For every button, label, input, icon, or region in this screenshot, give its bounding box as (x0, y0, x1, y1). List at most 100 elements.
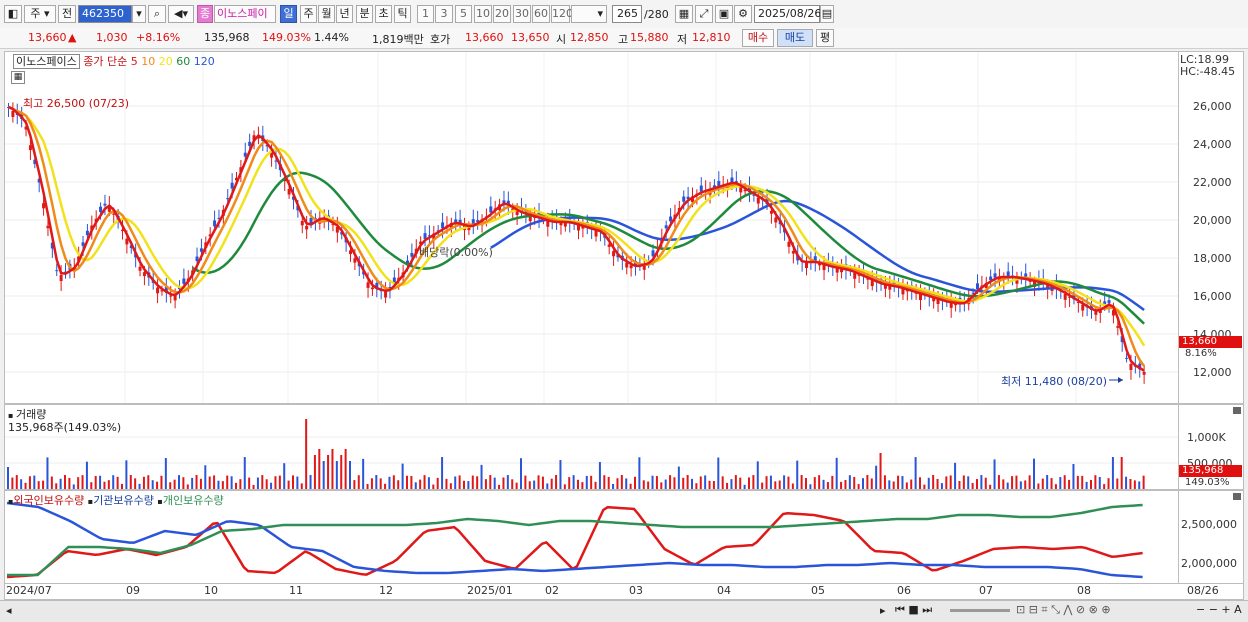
code-dropdown-icon[interactable]: ▾ (132, 5, 146, 23)
quote-bar: 13,660 ▲ 1,030 +8.16% 135,968 149.03% 1.… (0, 28, 1248, 49)
zoom-controls[interactable]: − − + A (1196, 603, 1242, 616)
volume-chart-canvas[interactable] (5, 405, 1178, 489)
number-button-4[interactable]: 20 (493, 5, 511, 23)
price-tick-0: 26,000 (1193, 100, 1232, 113)
interval-tab-3[interactable]: 년 (336, 5, 353, 23)
count-input[interactable]: 265 (612, 5, 642, 23)
drawing-tool-icon[interactable]: ⤢ (695, 5, 713, 23)
high-label: 고 (618, 33, 629, 46)
prev-button[interactable]: 전 (58, 5, 76, 23)
interval-tab-6[interactable]: 틱 (394, 5, 411, 23)
price-chart-canvas[interactable] (5, 52, 1178, 403)
number-button-7[interactable]: 120 (551, 5, 573, 23)
legend-individual: 개인보유수량 (162, 494, 224, 507)
x-tick-8: 04 (717, 584, 731, 597)
turnover-rate: 1.44% (314, 31, 349, 44)
dividend-annotation: 배당락(0.00%) (419, 246, 493, 259)
x-tick-3: 11 (289, 584, 303, 597)
drawing-tools-icons[interactable]: ⊡ ⊟ ⌗ ⤡ ⋀ ⊘ ⊗ ⊕ (1016, 603, 1111, 617)
price-chart-panel[interactable]: 이노스페이스 종가 단순 5 10 20 60 120 ▦ 최고 26,500 … (4, 51, 1179, 404)
period-type-select[interactable]: 주 ▾ (24, 5, 56, 23)
panel-close-icon[interactable] (1233, 407, 1241, 414)
legend-stock-name: 이노스페이스 (13, 54, 80, 69)
save-icon[interactable]: ▣ (715, 5, 733, 23)
volume-tick-1000k: 1,000K (1187, 431, 1226, 444)
legend-institution: 기관보유수량 (93, 494, 154, 507)
ask-price: 13,660 (465, 31, 504, 44)
current-price-tag: 13,660 (1179, 336, 1242, 348)
scroll-bar[interactable]: ◂ ▸ ⏮ ■ ⏭ ⊡ ⊟ ⌗ ⤡ ⋀ ⊘ ⊗ ⊕ − − + A (0, 600, 1248, 622)
date-input[interactable]: 2025/08/26 (754, 5, 821, 23)
code-input[interactable]: 462350 (78, 5, 132, 23)
holdings-tick-2500000: 2,500,000 (1181, 518, 1237, 531)
table-icon[interactable]: ▦ (11, 71, 25, 84)
number-button-3[interactable]: 10 (474, 5, 492, 23)
interval-tab-0[interactable]: 일 (280, 5, 297, 23)
open-price: 12,850 (570, 31, 609, 44)
holdings-axis: 2,500,000 2,000,000 (1179, 490, 1244, 584)
number-button-1[interactable]: 3 (435, 5, 453, 23)
x-tick-11: 07 (979, 584, 993, 597)
interval-tab-1[interactable]: 주 (300, 5, 317, 23)
grid-icon[interactable]: ▦ (675, 5, 693, 23)
settings-gear-icon[interactable]: ⚙ (734, 5, 752, 23)
zoom-slider[interactable] (950, 609, 1010, 612)
interval-tab-2[interactable]: 월 (318, 5, 335, 23)
panel-close-icon[interactable] (1233, 493, 1241, 500)
x-tick-5: 2025/01 (467, 584, 513, 597)
count-total: /280 (644, 8, 669, 21)
number-button-0[interactable]: 1 (417, 5, 434, 23)
volume-current-rate: 149.03% (1185, 477, 1230, 488)
number-button-5[interactable]: 30 (513, 5, 531, 23)
x-tick-13: 08/26 (1187, 584, 1219, 597)
layout-icon[interactable]: ◧ (4, 5, 22, 23)
sell-button[interactable]: 매도 (777, 29, 813, 47)
stock-name[interactable]: 이노스페이 (214, 5, 276, 23)
x-tick-9: 05 (811, 584, 825, 597)
x-tick-10: 06 (897, 584, 911, 597)
x-axis: 2024/07 09 10 11 12 2025/01 02 03 04 05 06 07 08 08/2… (4, 584, 1244, 600)
price-axis: LC:18.99 HC:-48.45 26,000 24,000 22,000 20,… (1179, 51, 1244, 404)
volume-ratio: 149.03% (262, 31, 311, 44)
legend-ma-20: 20 (158, 55, 173, 68)
x-tick-1: 09 (126, 584, 140, 597)
eval-button[interactable]: 평 (816, 29, 834, 47)
playback-controls[interactable]: ⏮ ■ ⏭ (895, 603, 932, 617)
low-annotation: 최저 11,480 (08/20) (1001, 375, 1108, 388)
price-change: 1,030 (96, 31, 128, 44)
legend-type: 종가 단순 (83, 55, 128, 68)
price-tick-5: 16,000 (1193, 290, 1232, 303)
holdings-panel[interactable]: ▪외국인보유수량 ▪기관보유수량 ▪개인보유수량 (4, 490, 1179, 584)
price-tick-7: 12,000 (1193, 366, 1232, 379)
high-price: 15,880 (630, 31, 669, 44)
open-label: 시 (556, 33, 567, 46)
change-rate: +8.16% (136, 31, 181, 44)
scroll-left-icon[interactable]: ◂ (6, 604, 12, 617)
low-price: 12,810 (692, 31, 731, 44)
high-annotation: 최고 26,500 (07/23) (23, 97, 130, 110)
low-label: 저 (677, 33, 688, 46)
holdings-tick-2000000: 2,000,000 (1181, 557, 1237, 570)
number-button-6[interactable]: 60 (532, 5, 550, 23)
current-rate-tag: 8.16% (1185, 348, 1217, 359)
buy-button[interactable]: 매수 (742, 29, 774, 47)
interval-tab-5[interactable]: 초 (375, 5, 392, 23)
calendar-icon[interactable]: ▤ (820, 5, 834, 23)
number-button-2[interactable]: 5 (455, 5, 472, 23)
current-price: 13,660 (28, 31, 67, 44)
volume-panel[interactable]: ▪ 거래량 135,968주(149.03%) (4, 404, 1179, 490)
scroll-right-icon[interactable]: ▸ (880, 604, 886, 617)
speaker-icon[interactable]: ◀▾ (168, 5, 194, 23)
number-dropdown[interactable]: ▾ (571, 5, 607, 23)
x-tick-6: 02 (545, 584, 559, 597)
x-tick-4: 12 (379, 584, 393, 597)
search-icon[interactable]: ⌕ (148, 5, 166, 23)
x-tick-12: 08 (1077, 584, 1091, 597)
price-tick-4: 18,000 (1193, 252, 1232, 265)
price-tick-3: 20,000 (1193, 214, 1232, 227)
x-tick-2: 10 (204, 584, 218, 597)
x-tick-7: 03 (629, 584, 643, 597)
bid-price: 13,650 (511, 31, 550, 44)
interval-tab-4[interactable]: 분 (356, 5, 373, 23)
volume-current-tag: 135,968 (1179, 465, 1242, 477)
